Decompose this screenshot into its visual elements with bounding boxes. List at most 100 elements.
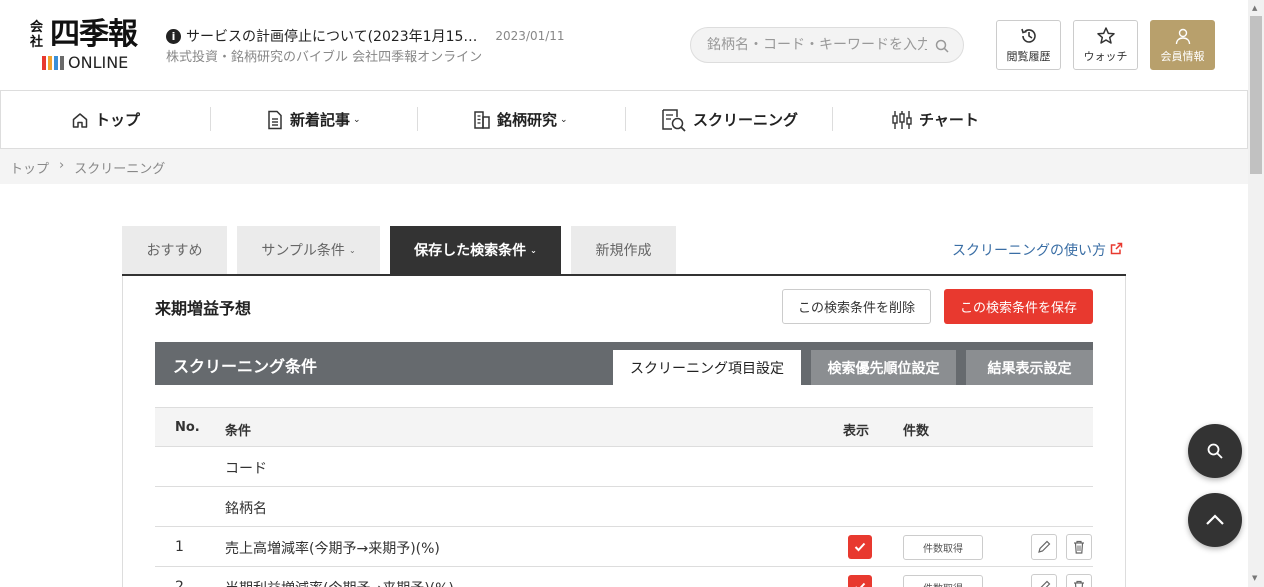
- site-logo[interactable]: 会社 四季報 ONLINE: [30, 18, 154, 74]
- breadcrumb-bar: トップ › スクリーニング: [0, 149, 1248, 184]
- screening-howto-link[interactable]: スクリーニングの使い方: [952, 240, 1123, 260]
- breadcrumb-top[interactable]: トップ: [10, 158, 49, 177]
- member-label: 会員情報: [1160, 50, 1205, 63]
- search-icon: [1207, 443, 1223, 459]
- pencil-icon: [1038, 540, 1051, 553]
- nav-item-stock-research[interactable]: 銘柄研究 ⌄: [473, 91, 568, 148]
- howto-label: スクリーニングの使い方: [952, 243, 1106, 259]
- save-condition-button[interactable]: この検索条件を保存: [944, 289, 1093, 324]
- tagline: 株式投資・銘柄研究のバイブル 会社四季報オンライン: [166, 50, 483, 65]
- logo-online: ONLINE: [68, 53, 129, 72]
- search-input[interactable]: [707, 37, 927, 53]
- header-count: 件数: [903, 424, 930, 439]
- notice-text[interactable]: サービスの計画停止について(2023年1月15…: [186, 26, 477, 46]
- screening-conditions-bar: スクリーニング条件 スクリーニング項目設定 検索優先順位設定 結果表示設定: [155, 342, 1093, 385]
- user-icon: [1174, 26, 1192, 46]
- notice-date: 2023/01/11: [495, 29, 565, 43]
- row-condition: 当期利益増減率(今期予→来期予)(%): [225, 578, 454, 587]
- pencil-icon: [1040, 580, 1051, 587]
- nav-item-top[interactable]: トップ: [71, 91, 140, 148]
- nav-label-articles: 新着記事: [290, 111, 351, 129]
- scroll-up-arrow-icon[interactable]: ▲: [1252, 4, 1257, 12]
- screening-conditions-title: スクリーニング条件: [173, 357, 318, 376]
- get-count-button[interactable]: 件数取得: [903, 575, 983, 587]
- row-condition: 売上高増減率(今期予→来期予)(%): [225, 541, 440, 557]
- table-row: 銘柄名: [155, 487, 1093, 527]
- delete-condition-button[interactable]: この検索条件を削除: [782, 289, 931, 324]
- tab-recommended[interactable]: おすすめ: [122, 226, 227, 274]
- row-no: 1: [175, 539, 184, 555]
- show-checkbox[interactable]: [848, 535, 872, 559]
- search-box[interactable]: [690, 27, 964, 63]
- check-icon: [854, 542, 866, 552]
- nav-item-chart[interactable]: チャート: [891, 91, 979, 148]
- search-icon[interactable]: [935, 38, 949, 57]
- nav-divider: [210, 107, 211, 131]
- trash-icon: [1074, 540, 1084, 554]
- delete-row-button[interactable]: [1066, 534, 1092, 560]
- breadcrumb: トップ › スクリーニング: [10, 158, 165, 177]
- chevron-down-icon: ⌄: [348, 245, 356, 255]
- row-condition: 銘柄名: [225, 501, 267, 517]
- get-count-button[interactable]: 件数取得: [903, 535, 983, 560]
- edit-button[interactable]: [1031, 574, 1057, 587]
- tab-sample-conditions[interactable]: サンプル条件 ⌄: [237, 226, 380, 274]
- building-icon: [473, 110, 491, 130]
- subtab-item-settings[interactable]: スクリーニング項目設定: [613, 350, 801, 385]
- row-condition: コード: [225, 461, 267, 477]
- watch-label: ウォッチ: [1083, 50, 1128, 63]
- floating-search-button[interactable]: [1188, 424, 1242, 478]
- table-row: コード: [155, 447, 1093, 487]
- logo-shikiho: 四季報: [50, 17, 138, 52]
- nav-label-top: トップ: [95, 111, 141, 129]
- delete-row-button[interactable]: [1066, 574, 1092, 587]
- subtab-result-display-settings[interactable]: 結果表示設定: [966, 350, 1093, 385]
- chevron-down-icon: ⌄: [560, 114, 568, 125]
- candlestick-icon: [891, 110, 913, 130]
- tab-new[interactable]: 新規作成: [571, 226, 676, 274]
- service-notice[interactable]: i サービスの計画停止について(2023年1月15… 2023/01/11: [166, 26, 565, 46]
- history-label: 閲覧履歴: [1006, 50, 1051, 63]
- nav-divider: [832, 107, 833, 131]
- show-checkbox[interactable]: [848, 575, 872, 587]
- nav-divider: [625, 107, 626, 131]
- external-link-icon: [1110, 242, 1123, 259]
- logo-color-bars: [42, 56, 64, 70]
- conditions-table: No. 条件 表示 件数 コード 銘柄名 1 売上高増減率(今期予→来期予)(%…: [155, 407, 1093, 587]
- nav-label-screening: スクリーニング: [693, 111, 799, 129]
- breadcrumb-separator: ›: [59, 158, 65, 173]
- tab-label: サンプル条件: [261, 243, 345, 259]
- subtab-priority-settings[interactable]: 検索優先順位設定: [811, 350, 956, 385]
- logo-kaisha: 会社: [30, 20, 44, 50]
- tab-saved-conditions[interactable]: 保存した検索条件 ⌄: [390, 226, 561, 274]
- page-scrollbar[interactable]: ▲ ▼: [1248, 0, 1264, 587]
- member-button[interactable]: 会員情報: [1150, 20, 1215, 70]
- history-icon: [1019, 26, 1039, 46]
- watch-button[interactable]: ウォッチ: [1073, 20, 1138, 70]
- condition-title: 来期増益予想: [155, 299, 252, 318]
- tab-label: 新規作成: [595, 243, 652, 259]
- history-button[interactable]: 閲覧履歴: [996, 20, 1061, 70]
- info-icon: i: [166, 28, 181, 44]
- table-row: 2 当期利益増減率(今期予→来期予)(%) 件数取得: [155, 567, 1093, 587]
- tab-label: 保存した検索条件: [414, 243, 527, 259]
- scroll-to-top-button[interactable]: [1188, 493, 1242, 547]
- row-no: 2: [175, 579, 184, 587]
- nav-label-stock-research: 銘柄研究: [497, 111, 558, 129]
- chevron-up-icon: [1206, 514, 1224, 525]
- chevron-down-icon: ⌄: [353, 114, 361, 125]
- star-icon: [1096, 26, 1116, 46]
- header-show: 表示: [843, 424, 870, 439]
- screening-icon: [661, 108, 687, 132]
- scroll-down-arrow-icon[interactable]: ▼: [1252, 574, 1257, 582]
- nav-label-chart: チャート: [919, 111, 979, 129]
- trash-icon: [1074, 580, 1084, 587]
- scrollbar-thumb[interactable]: [1250, 16, 1262, 174]
- chevron-down-icon: ⌄: [530, 245, 537, 255]
- nav-item-articles[interactable]: 新着記事 ⌄: [266, 91, 361, 148]
- nav-item-screening[interactable]: スクリーニング: [661, 91, 798, 148]
- home-icon: [71, 111, 89, 129]
- site-header: 会社 四季報 ONLINE i サービスの計画停止について(2023年1月15……: [0, 0, 1248, 90]
- nav-divider: [417, 107, 418, 131]
- edit-button[interactable]: [1031, 534, 1057, 560]
